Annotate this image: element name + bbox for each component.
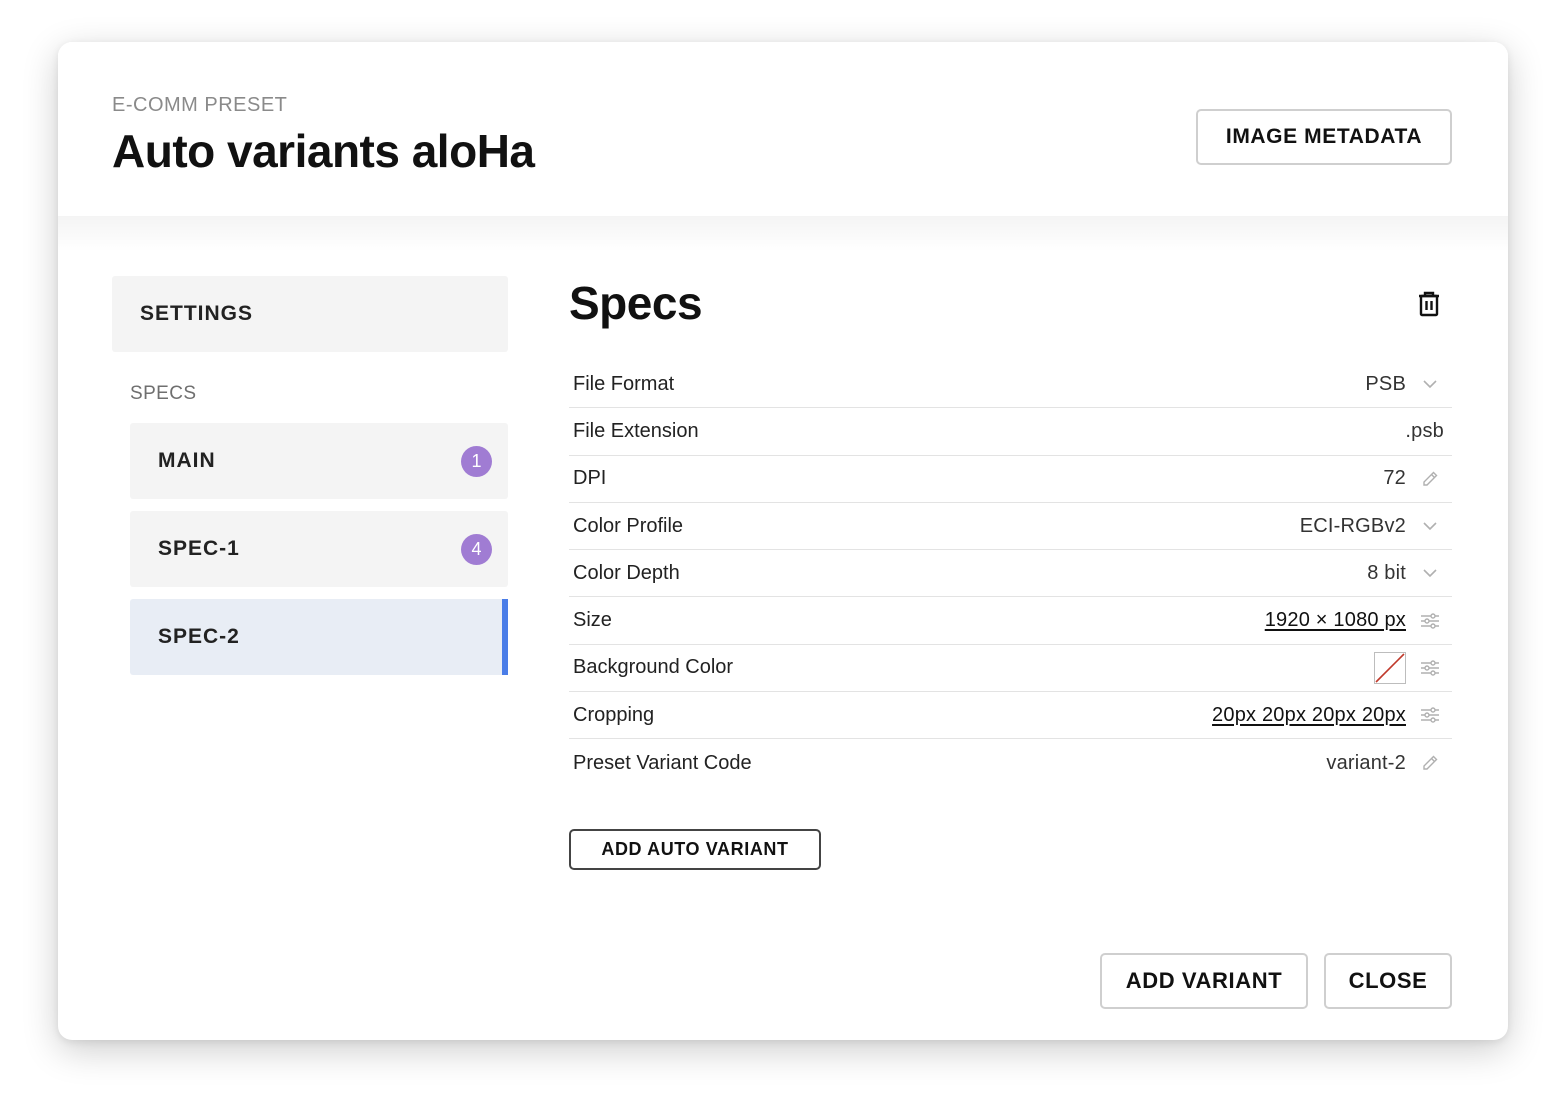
chevron-down-icon[interactable] xyxy=(1420,374,1440,394)
row-value: variant-2 xyxy=(1326,751,1406,774)
count-badge: 1 xyxy=(461,446,492,477)
header-divider-shadow xyxy=(58,216,1508,252)
row-value: ECI-RGBv2 xyxy=(1299,514,1406,537)
row-value: 72 xyxy=(1383,467,1406,490)
row-value: .psb xyxy=(1405,419,1444,442)
specs-section-label: SPECS xyxy=(130,383,197,404)
sidebar-item-label: SPEC-1 xyxy=(158,537,240,560)
sliders-icon[interactable] xyxy=(1420,658,1440,678)
sidebar-item-label: MAIN xyxy=(158,449,216,472)
row-label: DPI xyxy=(573,467,607,490)
row-label: Size xyxy=(573,609,612,632)
count-badge: 4 xyxy=(461,534,492,565)
sidebar-item-label: SPEC-2 xyxy=(158,625,240,648)
dialog-header: E-COMM PRESET Auto variants aloHa IMAGE … xyxy=(58,42,1508,218)
spec-row-file-extension: File Extension .psb xyxy=(569,408,1452,456)
cropping-value-link[interactable]: 20px 20px 20px 20px xyxy=(1212,704,1406,727)
spec-properties-list: File Format PSB File Extension .psb DPI … xyxy=(569,361,1452,787)
size-value-link[interactable]: 1920 × 1080 px xyxy=(1265,609,1406,632)
sidebar-item-spec-1[interactable]: SPEC-1 4 xyxy=(130,511,508,587)
preset-type-label: E-COMM PRESET xyxy=(112,94,288,116)
close-button[interactable]: CLOSE xyxy=(1324,953,1452,1009)
section-title: Specs xyxy=(569,277,703,329)
sliders-icon[interactable] xyxy=(1420,611,1440,631)
row-label: File Format xyxy=(573,372,675,395)
spec-row-color-depth[interactable]: Color Depth 8 bit xyxy=(569,550,1452,598)
preset-title: Auto variants aloHa xyxy=(112,125,535,177)
row-label: Background Color xyxy=(573,656,734,679)
row-value: PSB xyxy=(1365,372,1406,395)
spec-row-preset-variant-code[interactable]: Preset Variant Code variant-2 xyxy=(569,739,1452,786)
spec-row-dpi[interactable]: DPI 72 xyxy=(569,456,1452,503)
chevron-down-icon[interactable] xyxy=(1420,516,1440,536)
spec-row-size[interactable]: Size 1920 × 1080 px xyxy=(569,597,1452,645)
row-label: Color Depth xyxy=(573,561,680,584)
row-label: Cropping xyxy=(573,703,655,726)
row-value: 8 bit xyxy=(1367,561,1406,584)
row-label: File Extension xyxy=(573,419,699,442)
preset-dialog: E-COMM PRESET Auto variants aloHa IMAGE … xyxy=(58,42,1508,1040)
transparent-color-swatch[interactable] xyxy=(1374,651,1406,684)
add-variant-button[interactable]: ADD VARIANT xyxy=(1100,953,1308,1009)
trash-icon[interactable] xyxy=(1415,290,1443,318)
active-indicator xyxy=(502,599,508,675)
spec-row-background-color[interactable]: Background Color xyxy=(569,645,1452,693)
pencil-icon[interactable] xyxy=(1420,469,1440,489)
sliders-icon[interactable] xyxy=(1420,705,1440,725)
row-label: Preset Variant Code xyxy=(573,751,752,774)
spec-row-file-format[interactable]: File Format PSB xyxy=(569,361,1452,409)
sidebar-item-spec-2[interactable]: SPEC-2 xyxy=(130,599,508,675)
pencil-icon[interactable] xyxy=(1420,753,1440,773)
spec-row-cropping[interactable]: Cropping 20px 20px 20px 20px xyxy=(569,692,1452,740)
sidebar-item-main[interactable]: MAIN 1 xyxy=(130,423,508,499)
chevron-down-icon[interactable] xyxy=(1420,563,1440,583)
spec-row-color-profile[interactable]: Color Profile ECI-RGBv2 xyxy=(569,503,1452,551)
row-label: Color Profile xyxy=(573,514,684,537)
sidebar-item-settings[interactable]: SETTINGS xyxy=(112,276,508,352)
image-metadata-button[interactable]: IMAGE METADATA xyxy=(1196,109,1452,165)
add-auto-variant-button[interactable]: ADD AUTO VARIANT xyxy=(569,829,821,870)
